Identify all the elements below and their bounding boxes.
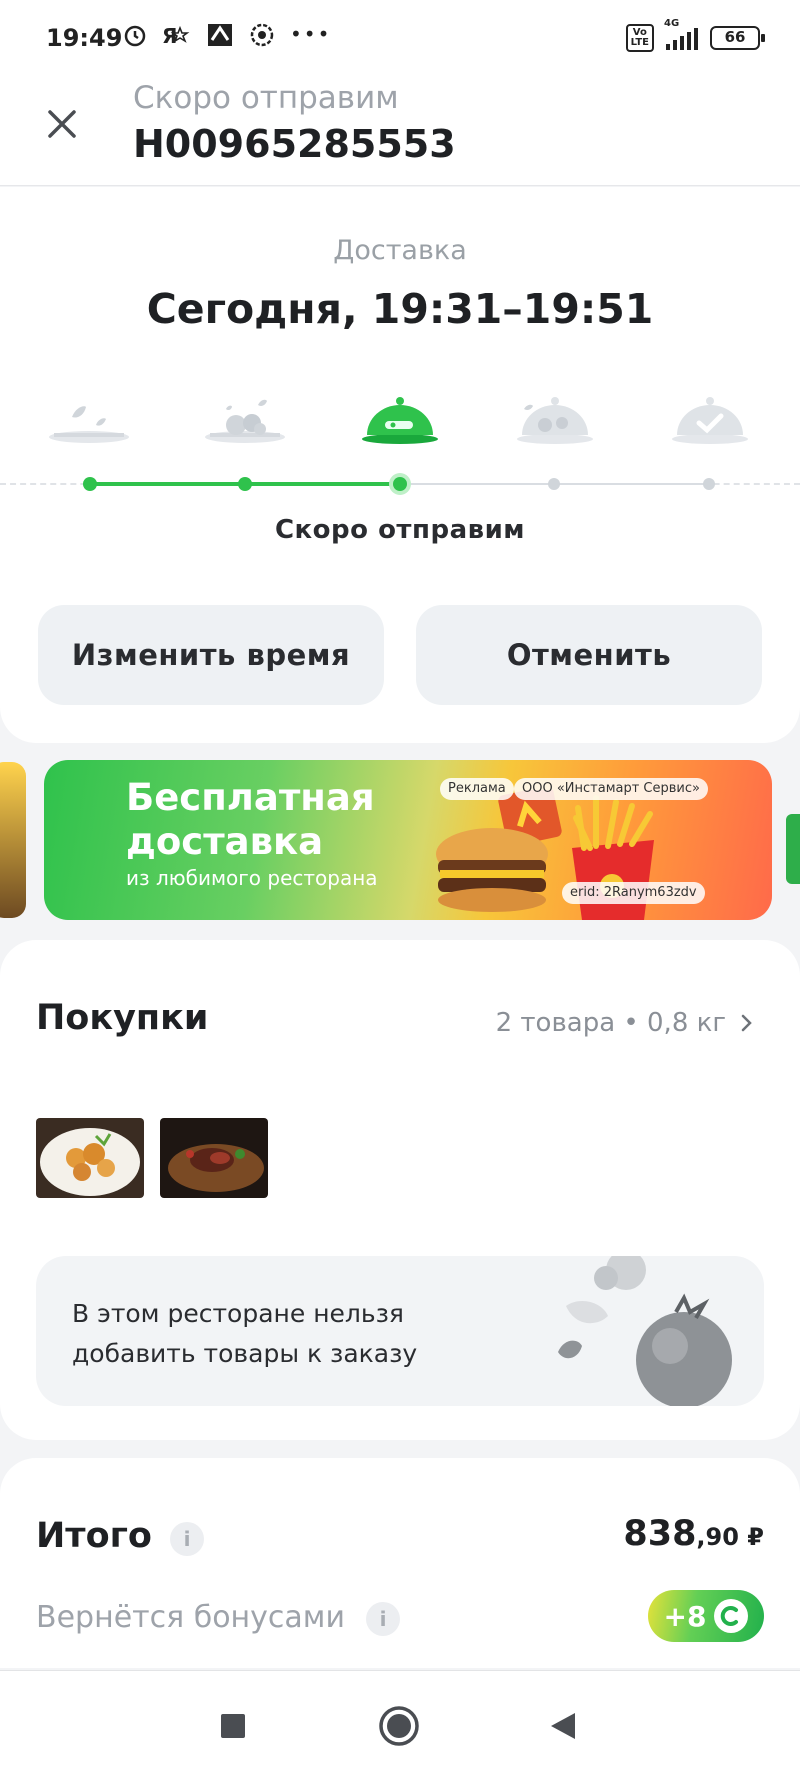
alarm-icon <box>124 25 146 47</box>
steak-dish-image <box>160 1118 268 1198</box>
delivery-label: Доставка <box>333 235 467 266</box>
cloche-food-icon <box>517 397 593 444</box>
progress-dot-current <box>393 477 407 491</box>
total-price: 838,90 ₽ <box>623 1514 764 1554</box>
volte-icon: Vo LTE <box>625 24 654 52</box>
bonus-badge[interactable]: +8 <box>648 1590 764 1642</box>
dish-icon <box>205 399 285 443</box>
network-type: 4G <box>664 18 680 29</box>
status-system-icons: Vo LTE 4G 66 <box>625 18 765 52</box>
svg-text:Я: Я <box>162 24 177 48</box>
nav-back-icon <box>551 1713 575 1739</box>
current-status: Скоро отправим <box>274 515 526 545</box>
delivery-status-card: Доставка Сегодня, 19:31–19:51 Скоро отпр… <box>0 187 800 743</box>
progress-dot <box>83 477 97 491</box>
check-icon <box>672 397 748 444</box>
purchases-summary: 2 товара • 0,8 кг <box>495 1008 726 1038</box>
purchases-title: Покупки <box>36 998 209 1038</box>
restaurant-note: В этом ресторане нельзя добавить товары … <box>36 1256 764 1406</box>
delivery-time: Сегодня, 19:31–19:51 <box>146 285 654 333</box>
promo-banner-next[interactable] <box>786 814 800 884</box>
progress-dot <box>703 478 715 490</box>
promo-carousel[interactable]: Бесплатная доставка из любимого ресторан… <box>0 748 800 928</box>
system-nav-bar <box>0 1670 800 1778</box>
promo-banner[interactable]: Бесплатная доставка из любимого ресторан… <box>44 760 772 920</box>
close-icon <box>48 110 76 138</box>
recent-apps-button[interactable] <box>208 1701 258 1751</box>
purchases-card: Покупки 2 товара • 0,8 кг В этом рестора… <box>0 940 800 1440</box>
status-notification-icons: Я ••• <box>122 22 331 48</box>
signal-icon: 4G <box>664 18 698 50</box>
change-time-button[interactable]: Изменить время <box>38 605 384 705</box>
back-button[interactable] <box>538 1701 588 1751</box>
total-price-fraction: ,90 ₽ <box>696 1523 764 1551</box>
restaurant-note-text: В этом ресторане нельзя добавить товары … <box>72 1299 418 1368</box>
home-button[interactable] <box>374 1701 424 1751</box>
info-icon[interactable]: i <box>170 1522 204 1556</box>
status-time: 19:49 <box>46 24 123 52</box>
total-price-main: 838 <box>623 1514 697 1554</box>
settings-app-icon <box>250 23 274 47</box>
info-icon[interactable]: i <box>366 1602 400 1636</box>
progress-dot <box>238 477 252 491</box>
plate-icon <box>49 406 129 443</box>
vegetables-image <box>558 1256 732 1406</box>
progress-dot <box>548 478 560 490</box>
bonus-amount: +8 <box>663 1599 707 1633</box>
banner-title: Бесплатная доставка <box>126 776 375 863</box>
product-thumbnail[interactable] <box>160 1118 268 1198</box>
ad-label: Реклама <box>440 778 514 800</box>
promo-banner-prev[interactable] <box>0 762 26 918</box>
order-status-subtitle: Скоро отправим <box>133 80 399 116</box>
battery-icon: 66 <box>710 26 765 50</box>
purchases-summary-link[interactable]: 2 товара • 0,8 кг <box>496 1008 754 1038</box>
total-card: Итого i 838,90 ₽ Вернётся бонусами i +8 <box>0 1458 800 1668</box>
ad-advertiser: ООО «Инстамарт Сервис» <box>514 778 708 800</box>
coin-icon <box>714 1599 749 1633</box>
cancel-button[interactable]: Отменить <box>416 605 762 705</box>
nav-circle-icon <box>379 1706 419 1746</box>
status-bar: 19:49 Я ••• Vo LTE 4G 66 <box>0 0 800 76</box>
close-button[interactable] <box>40 102 84 146</box>
bonus-label: Вернётся бонусами <box>36 1600 345 1635</box>
order-header: Скоро отправим Н00965285553 <box>0 76 800 186</box>
nav-square-icon <box>221 1714 245 1738</box>
chevron-right-icon <box>741 1014 752 1032</box>
yandex-icon: Я <box>162 24 190 48</box>
total-title: Итого <box>36 1516 152 1556</box>
map-app-icon <box>208 24 232 46</box>
more-notifications-icon: ••• <box>290 22 332 46</box>
product-thumbnail[interactable] <box>36 1118 144 1198</box>
order-number: Н00965285553 <box>133 122 456 166</box>
chicken-dish-image <box>36 1118 144 1198</box>
cloche-icon <box>362 397 438 444</box>
ad-erid: erid: 2Ranym63zdv <box>562 882 705 904</box>
banner-subtitle: из любимого ресторана <box>126 866 378 890</box>
